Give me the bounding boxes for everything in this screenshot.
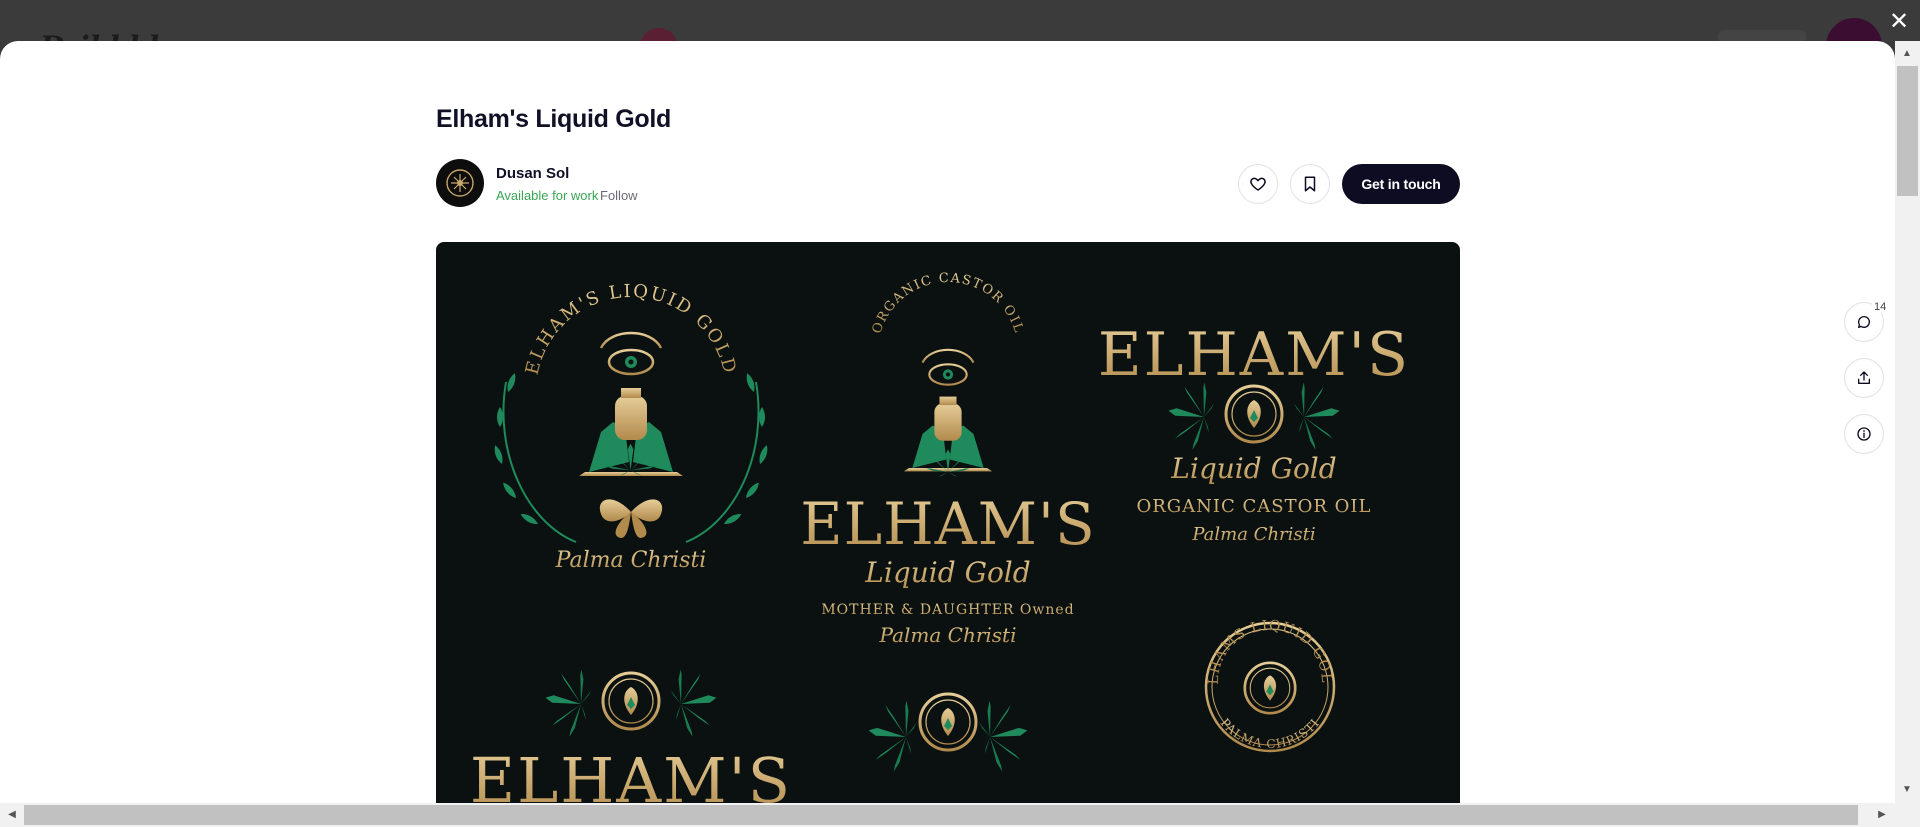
comments-count: 14 bbox=[1872, 301, 1889, 313]
shot-title: Elham's Liquid Gold bbox=[436, 105, 671, 133]
comment-icon bbox=[1858, 316, 1870, 328]
badge-horizontal-logo: ELHAM'S Liquid Gold ORGANIC CASTOR OIL P… bbox=[1098, 320, 1410, 545]
svg-text:ELHAM'S: ELHAM'S bbox=[800, 490, 1095, 558]
vertical-scroll-thumb[interactable] bbox=[1897, 66, 1918, 196]
heart-icon bbox=[1250, 177, 1266, 191]
get-in-touch-button[interactable]: Get in touch bbox=[1342, 164, 1460, 204]
svg-text:ELHAM'S: ELHAM'S bbox=[470, 744, 792, 803]
scroll-down-arrow-icon[interactable]: ▼ bbox=[1898, 782, 1916, 798]
share-button[interactable] bbox=[1844, 358, 1884, 398]
shot-image: ELHAM'S LIQUID GOLD Palma Christi ORGANI… bbox=[436, 242, 1460, 803]
scrollbar-corner bbox=[1895, 803, 1920, 827]
svg-text:Palma Christi: Palma Christi bbox=[879, 623, 1017, 647]
share-icon bbox=[1858, 371, 1870, 384]
horizontal-scroll-thumb[interactable] bbox=[24, 805, 1858, 825]
svg-text:PALMA CHRISTI: PALMA CHRISTI bbox=[1218, 716, 1323, 751]
badge-bottom-logo: ELHAM'S bbox=[470, 664, 792, 803]
author-name[interactable]: Dusan Sol bbox=[496, 165, 569, 182]
follow-button[interactable]: Follow bbox=[600, 188, 638, 203]
bookmark-icon bbox=[1304, 176, 1316, 192]
svg-text:ORGANIC CASTOR OIL: ORGANIC CASTOR OIL bbox=[870, 271, 1027, 336]
availability-status: Available for work bbox=[496, 188, 599, 203]
scroll-left-arrow-icon[interactable]: ◀ bbox=[4, 806, 20, 824]
svg-text:ORGANIC CASTOR OIL: ORGANIC CASTOR OIL bbox=[1136, 496, 1371, 517]
svg-text:Palma Christi: Palma Christi bbox=[1191, 524, 1315, 545]
author-avatar[interactable] bbox=[436, 159, 484, 207]
scroll-up-arrow-icon[interactable]: ▲ bbox=[1898, 46, 1916, 62]
like-button[interactable] bbox=[1238, 164, 1278, 204]
svg-text:Palma Christi: Palma Christi bbox=[555, 548, 707, 573]
badge-laurel-emblem: ELHAM'S LIQUID GOLD Palma Christi bbox=[492, 281, 770, 573]
badge-centerpiece-emblem: ORGANIC CASTOR OIL ELHAM'S Liquid Gold M… bbox=[800, 271, 1095, 774]
svg-text:Liquid Gold: Liquid Gold bbox=[864, 556, 1030, 589]
shot-modal: Elham's Liquid Gold Dusan Sol Available … bbox=[0, 41, 1895, 803]
svg-text:ELHAM'S: ELHAM'S bbox=[1098, 320, 1410, 390]
background-page-header bbox=[0, 0, 1920, 41]
details-button[interactable] bbox=[1844, 414, 1884, 454]
save-button[interactable] bbox=[1290, 164, 1330, 204]
svg-text:MOTHER & DAUGHTER Owned: MOTHER & DAUGHTER Owned bbox=[821, 602, 1074, 618]
info-icon bbox=[1857, 427, 1871, 441]
avatar-emblem-icon bbox=[446, 169, 474, 197]
scroll-right-arrow-icon[interactable]: ▶ bbox=[1874, 806, 1890, 824]
svg-text:Liquid Gold: Liquid Gold bbox=[1170, 452, 1336, 485]
close-modal-button[interactable]: ✕ bbox=[1886, 8, 1912, 34]
